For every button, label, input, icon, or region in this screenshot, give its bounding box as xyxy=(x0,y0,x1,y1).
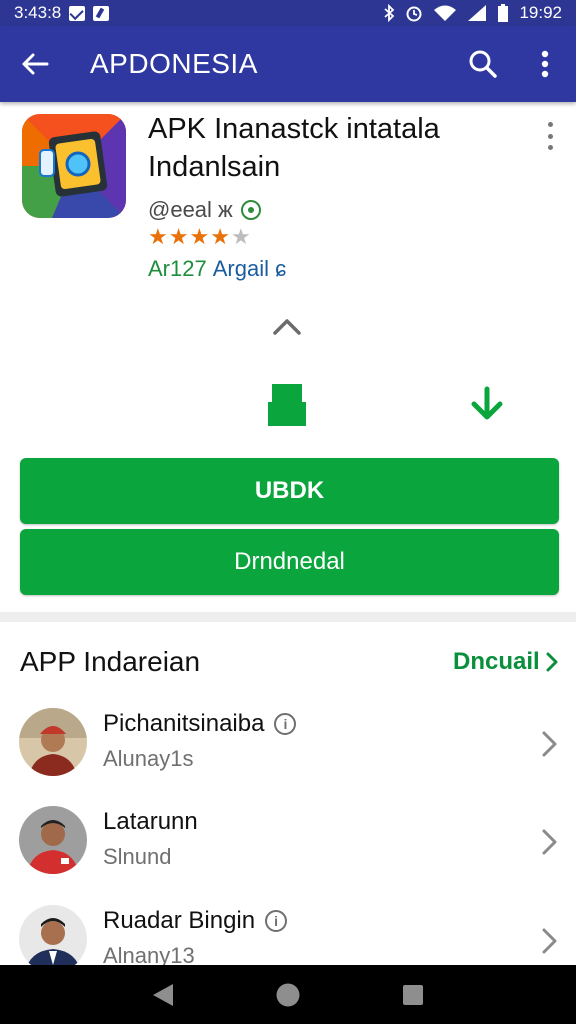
wifi-icon xyxy=(434,5,457,21)
primary-action-button[interactable]: UBDK xyxy=(20,458,559,524)
info-icon[interactable]: i xyxy=(265,910,288,932)
app-title: APK Inanastck intatala Indanlsain xyxy=(148,110,528,186)
more-vert-icon xyxy=(541,50,549,78)
list-item-name: Pichanitsinaiba i xyxy=(103,710,297,738)
verified-badge-icon xyxy=(240,200,261,220)
battery-icon xyxy=(498,4,509,22)
chevron-right-icon xyxy=(546,652,558,672)
nav-home-button[interactable] xyxy=(268,975,308,1015)
developer-name[interactable]: @eeal ж xyxy=(148,197,261,223)
star-filled-icon: ★ xyxy=(148,224,169,249)
chevron-right-icon xyxy=(542,928,557,954)
section-more-link[interactable]: Dncuail xyxy=(453,648,558,676)
avatar xyxy=(19,708,87,776)
star-filled-icon: ★ xyxy=(189,224,211,249)
list-item-subtitle: Alunay1s xyxy=(103,746,194,771)
notification-edit-icon xyxy=(93,5,110,21)
app-meta: Ar127 Argail ɕ xyxy=(148,256,286,282)
nav-back-icon xyxy=(152,983,173,1006)
status-time-right: 19:92 xyxy=(519,3,562,22)
section-link-label: Dncuail xyxy=(453,648,540,675)
nav-home-icon xyxy=(276,983,300,1006)
chevron-up-icon[interactable] xyxy=(270,314,304,338)
list-item-subtitle: Slnund xyxy=(103,844,172,869)
avatar xyxy=(19,806,87,874)
app-more-button[interactable] xyxy=(538,120,562,152)
info-icon[interactable]: i xyxy=(274,713,297,735)
star-empty-icon: ★ xyxy=(230,224,252,249)
download-arrow-icon[interactable] xyxy=(468,386,506,422)
app-icon xyxy=(22,114,126,218)
search-icon xyxy=(469,50,497,78)
app-title-line2: Indanlsain xyxy=(148,151,281,183)
notification-mail-icon xyxy=(69,5,86,21)
app-bar-title: APDONESIA xyxy=(90,48,258,79)
star-filled-icon: ★ xyxy=(210,224,231,249)
avatar xyxy=(19,905,87,973)
secondary-action-button[interactable]: Drndnedal xyxy=(20,529,559,595)
list-item[interactable]: Latarunn Slnund xyxy=(0,806,576,898)
star-filled-icon: ★ xyxy=(168,224,190,249)
rating-stars: ★★★★★ xyxy=(148,224,252,250)
list-item-name: Ruadar Bingin i xyxy=(103,907,288,935)
search-button[interactable] xyxy=(452,26,514,102)
back-button[interactable] xyxy=(0,26,70,102)
nav-recents-icon xyxy=(403,984,424,1005)
install-package-icon[interactable] xyxy=(266,382,308,428)
system-navigation-bar xyxy=(0,965,576,1024)
nav-back-button[interactable] xyxy=(143,975,183,1015)
signal-icon xyxy=(468,5,487,21)
developer-label: @eeal ж xyxy=(148,197,233,222)
section-divider xyxy=(0,612,576,622)
overflow-menu-button[interactable] xyxy=(514,26,576,102)
bluetooth-icon xyxy=(384,4,395,22)
chevron-right-icon xyxy=(542,829,557,855)
arrow-left-icon xyxy=(22,53,49,75)
list-item-name: Latarunn xyxy=(103,808,198,835)
app-title-line1: APK Inanastck intatala xyxy=(148,113,440,145)
nav-recents-button[interactable] xyxy=(393,975,433,1015)
app-bar: APDONESIA xyxy=(0,26,576,102)
status-time-left: 3:43:8 xyxy=(14,3,62,22)
list-item[interactable]: Pichanitsinaiba i Alunay1s xyxy=(0,708,576,800)
app-size: Ar127 xyxy=(148,256,207,281)
more-vert-icon xyxy=(547,122,553,127)
chevron-right-icon xyxy=(542,731,557,757)
app-category[interactable]: Argail ɕ xyxy=(213,256,286,282)
alarm-icon xyxy=(406,6,422,22)
status-bar: 3:43:8 19:92 xyxy=(0,0,576,26)
section-title: APP Indareian xyxy=(20,646,201,677)
